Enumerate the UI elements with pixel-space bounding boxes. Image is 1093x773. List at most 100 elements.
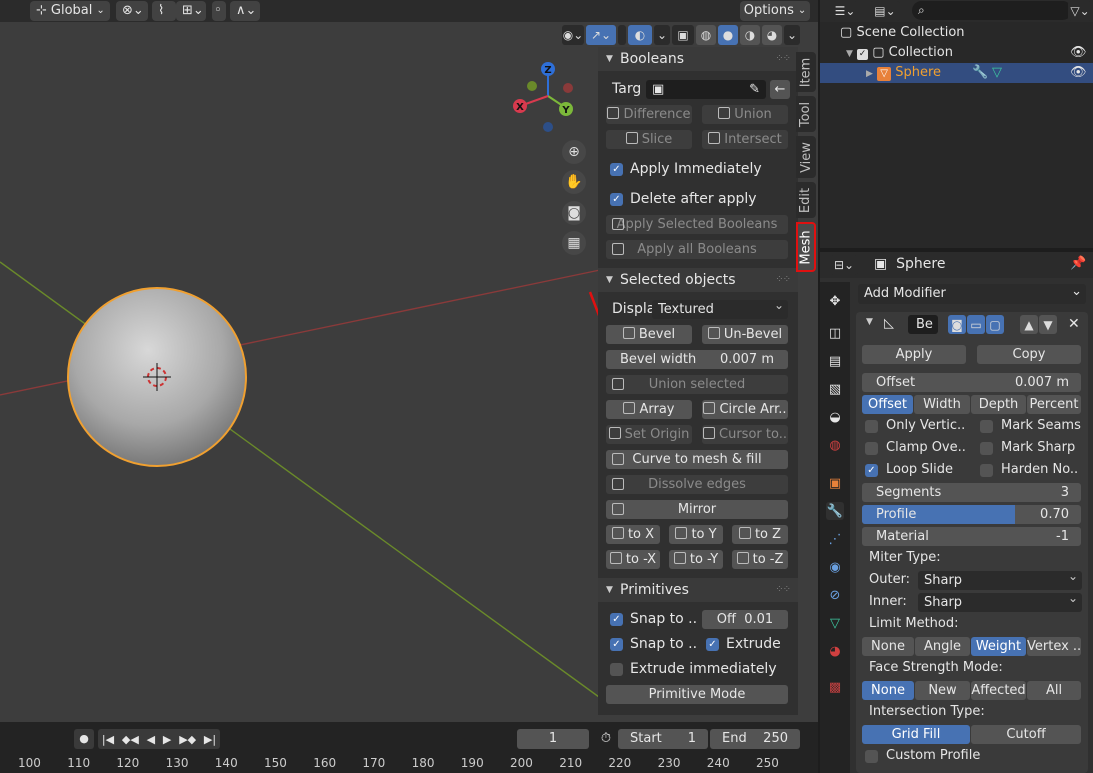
snap-target-dropdown[interactable]: ⊞⌄	[176, 1, 206, 21]
xray-toggle-icon[interactable]: ▣	[672, 25, 694, 45]
tool-tab-icon[interactable]: ✥	[826, 292, 844, 310]
expand-triangle-icon[interactable]: ▶	[866, 69, 873, 79]
object-tab-icon[interactable]: ▣	[826, 474, 844, 492]
close-icon[interactable]: ✕	[1068, 316, 1080, 332]
primitive-mode-button[interactable]: Primitive Mode	[606, 685, 788, 704]
play-reverse-icon[interactable]: ◀	[147, 733, 155, 746]
dissolve-edges-button[interactable]: Dissolve edges	[606, 475, 788, 494]
display-dropdown[interactable]: Textured	[652, 296, 788, 319]
gizmo-toggle-icon[interactable]: ↗⌄	[586, 25, 616, 45]
width-mode-depth[interactable]: Depth	[971, 395, 1026, 414]
navigation-gizmo[interactable]: Z Y X	[506, 56, 586, 136]
drag-grip-icon[interactable]: ⁘⁘	[775, 268, 791, 292]
outer-miter-dropdown[interactable]: Sharp	[918, 567, 1082, 590]
render-tab-icon[interactable]: ◫	[826, 324, 844, 342]
chevron-down-icon[interactable]: ⌄	[654, 25, 670, 45]
outliner-row-sphere[interactable]	[820, 63, 1093, 83]
material-tab-icon[interactable]: ◕	[826, 642, 844, 660]
tab-item[interactable]: Item	[796, 52, 816, 92]
particles-tab-icon[interactable]: ⋰	[826, 530, 844, 548]
overlays-toggle-icon[interactable]: ◐	[628, 25, 652, 45]
view-layer-tab-icon[interactable]: ▧	[826, 380, 844, 398]
inner-miter-dropdown[interactable]: Sharp	[918, 589, 1082, 612]
offset-field[interactable]: Offset 0.007 m	[862, 373, 1081, 392]
copy-button[interactable]: Copy	[977, 345, 1081, 364]
drag-grip-icon[interactable]: ⁘⁘	[775, 578, 791, 602]
falloff-dropdown[interactable]: ∧⌄	[230, 1, 260, 21]
harden-normals-checkbox[interactable]	[980, 464, 993, 477]
target-field[interactable]: ▣ ✎	[646, 80, 766, 99]
difference-button[interactable]: Difference	[606, 105, 692, 124]
zoom-icon[interactable]: ⊕	[562, 140, 586, 164]
delete-after-apply-checkbox[interactable]: ✓	[610, 193, 623, 206]
collapse-triangle-icon[interactable]: ▼	[866, 317, 873, 327]
width-mode-percent[interactable]: Percent	[1027, 395, 1081, 414]
mirror-to-x-button[interactable]: to X	[606, 525, 660, 544]
eye-icon[interactable]: 👁	[1070, 65, 1087, 80]
clamp-overlap-checkbox[interactable]	[865, 442, 878, 455]
back-arrow-icon[interactable]: ←	[770, 80, 790, 99]
intersect-button[interactable]: Intersect	[702, 130, 788, 149]
hand-pan-icon[interactable]: ✋	[562, 170, 586, 194]
apply-selected-booleans-button[interactable]: Apply Selected Booleans	[606, 215, 788, 234]
material-field[interactable]: Material -1	[862, 527, 1081, 546]
start-frame-field[interactable]: Start 1	[618, 729, 708, 749]
apply-all-booleans-button[interactable]: Apply all Booleans	[606, 240, 788, 259]
limit-method-vertex[interactable]: Vertex ..	[1027, 637, 1081, 656]
outliner-row-scene-collection[interactable]: ▢ Scene Collection	[840, 25, 965, 40]
wireframe-shading-icon[interactable]: ◍	[696, 25, 716, 45]
array-button[interactable]: Array	[606, 400, 692, 419]
mesh-data-icon[interactable]: ▽	[992, 65, 1002, 80]
options-dropdown[interactable]: Options ⌄	[740, 1, 810, 21]
editor-type-icon[interactable]: ☰⌄	[832, 1, 858, 21]
move-down-icon[interactable]: ▼	[1039, 315, 1057, 334]
profile-slider[interactable]: Profile 0.70	[862, 505, 1081, 524]
add-modifier-dropdown[interactable]: Add Modifier ⌄	[858, 284, 1086, 304]
custom-profile-checkbox[interactable]	[865, 750, 878, 763]
primitives-header[interactable]: ▼ Primitives ⁘⁘	[598, 578, 798, 602]
physics-tab-icon[interactable]: ◉	[826, 558, 844, 576]
current-frame-field[interactable]: 1	[517, 729, 589, 749]
stopwatch-icon[interactable]: ⏱	[596, 729, 616, 749]
limit-method-none[interactable]: None	[862, 637, 914, 656]
jump-start-icon[interactable]: |◀	[102, 733, 114, 746]
booleans-header[interactable]: ▼ Booleans ⁘⁘	[598, 47, 798, 71]
selected-objects-header[interactable]: ▼ Selected objects ⁘⁘	[598, 268, 798, 292]
drag-grip-icon[interactable]: ⁘⁘	[775, 47, 791, 71]
orientation-dropdown[interactable]: ⊹ Global ⌄	[30, 1, 110, 21]
mark-sharp-checkbox[interactable]	[980, 442, 993, 455]
outliner-row-collection[interactable]: ▼ ✓ ▢ Collection	[846, 45, 953, 60]
constraints-tab-icon[interactable]: ⊘	[826, 586, 844, 604]
bevel-button[interactable]: Bevel	[606, 325, 692, 344]
circle-array-button[interactable]: Circle Arr..	[702, 400, 788, 419]
mirror-to-neg-x-button[interactable]: to -X	[606, 550, 660, 569]
modifier-tab-icon[interactable]: 🔧	[826, 502, 844, 520]
material-shading-icon[interactable]: ◑	[740, 25, 760, 45]
snap-to-checkbox-1[interactable]: ✓	[610, 613, 623, 626]
tab-mesh[interactable]: Mesh	[796, 222, 816, 272]
intersection-cutoff[interactable]: Cutoff	[971, 725, 1081, 744]
mirror-to-neg-y-button[interactable]: to -Y	[669, 550, 723, 569]
cursor-to-button[interactable]: Cursor to..	[702, 425, 788, 444]
mirror-to-z-button[interactable]: to Z	[732, 525, 788, 544]
unbevel-button[interactable]: Un-Bevel	[702, 325, 788, 344]
width-mode-offset[interactable]: Offset	[862, 395, 913, 414]
mirror-to-neg-z-button[interactable]: to -Z	[732, 550, 788, 569]
union-button[interactable]: Union	[702, 105, 788, 124]
tab-view[interactable]: View	[796, 136, 816, 178]
include-checkbox[interactable]: ✓	[857, 49, 869, 60]
face-strength-affected[interactable]: Affected	[971, 681, 1026, 700]
visibility-icon[interactable]: ◉⌄	[562, 25, 584, 45]
record-icon[interactable]: ●	[74, 729, 94, 749]
tab-edit[interactable]: Edit	[796, 182, 816, 218]
end-frame-field[interactable]: End 250	[710, 729, 800, 749]
display-mode-icon[interactable]: ▤⌄	[870, 1, 900, 21]
chevron-down-icon[interactable]: ⌄	[784, 25, 800, 45]
eye-icon[interactable]: 👁	[1070, 45, 1087, 60]
segments-field[interactable]: Segments 3	[862, 483, 1081, 502]
mesh-data-tab-icon[interactable]: ▽	[826, 614, 844, 632]
limit-method-weight[interactable]: Weight	[971, 637, 1026, 656]
editor-type-icon[interactable]: ⊟⌄	[830, 255, 858, 275]
snap-to-checkbox-2[interactable]: ✓	[610, 638, 623, 651]
output-tab-icon[interactable]: ▤	[826, 352, 844, 370]
